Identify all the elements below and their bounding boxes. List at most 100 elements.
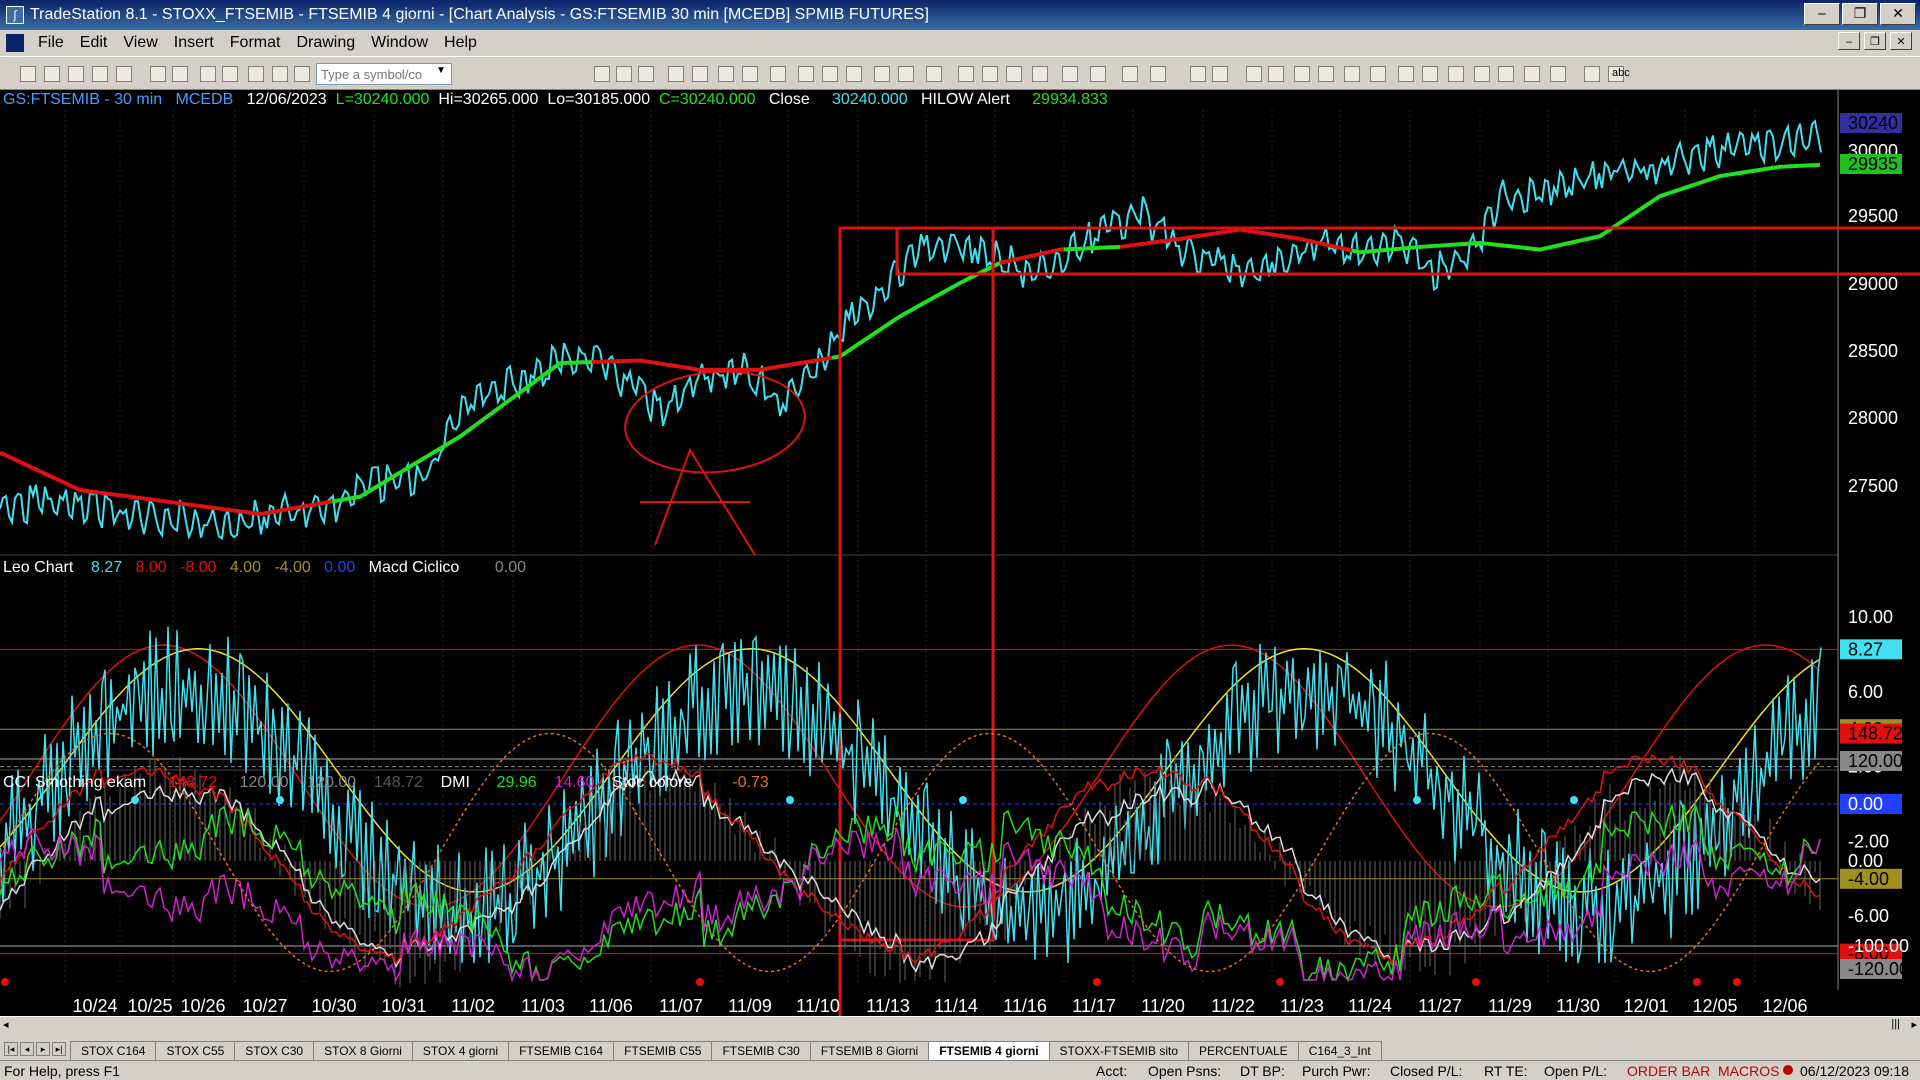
workspace-tab[interactable]: STOX 8 Giorni xyxy=(313,1041,413,1060)
toolbar-button[interactable] xyxy=(616,66,632,82)
toolbar-button[interactable] xyxy=(822,66,838,82)
text-tool-button[interactable]: abc xyxy=(1612,67,1630,79)
menu-drawing[interactable]: Drawing xyxy=(288,34,363,52)
toolbar-button[interactable] xyxy=(1318,66,1334,82)
menu-file[interactable]: File xyxy=(30,34,72,52)
menu-insert[interactable]: Insert xyxy=(166,34,222,52)
tab-last-icon[interactable]: ▸| xyxy=(52,1042,66,1056)
toolbar-button[interactable] xyxy=(1398,66,1414,82)
scroll-left-icon[interactable]: ◂ xyxy=(3,1018,9,1031)
menu-window[interactable]: Window xyxy=(363,34,436,52)
workspace-tab[interactable]: PERCENTUALE xyxy=(1188,1041,1299,1060)
menu-help[interactable]: Help xyxy=(436,34,485,52)
mdi-close-button[interactable]: ✕ xyxy=(1890,32,1912,50)
toolbar-button[interactable] xyxy=(1212,66,1228,82)
toolbar-button[interactable] xyxy=(1150,66,1166,82)
toolbar-button[interactable] xyxy=(594,66,610,82)
toolbar-button[interactable] xyxy=(926,66,942,82)
chart-canvas[interactable]: 3024030000299352950029000285002800027500… xyxy=(0,90,1920,1016)
workspace-tab[interactable]: STOX C55 xyxy=(155,1041,236,1060)
workspace-tab[interactable]: FTSEMIB 8 Giorni xyxy=(809,1041,930,1060)
toolbar-button[interactable] xyxy=(1584,66,1600,82)
mdi-restore-button[interactable]: ❐ xyxy=(1864,32,1886,50)
toolbar-button[interactable] xyxy=(1246,66,1262,82)
workspace-tab[interactable]: FTSEMIB C164 xyxy=(508,1041,615,1060)
toolbar-button[interactable] xyxy=(1550,66,1566,82)
toolbar-button[interactable] xyxy=(1190,66,1206,82)
workspace-tab[interactable]: STOX C164 xyxy=(70,1041,157,1060)
toolbar-button[interactable] xyxy=(248,66,264,82)
menu-format[interactable]: Format xyxy=(222,34,289,52)
toolbar-button[interactable] xyxy=(1370,66,1386,82)
toolbar-button[interactable] xyxy=(1122,66,1138,82)
menu-edit[interactable]: Edit xyxy=(72,34,116,52)
toolbar-button[interactable] xyxy=(1422,66,1438,82)
toolbar-button[interactable] xyxy=(638,66,654,82)
workspace-tab[interactable]: FTSEMIB 4 giorni xyxy=(928,1041,1050,1060)
toolbar-button[interactable] xyxy=(44,66,60,82)
macros-button[interactable]: MACROS xyxy=(1718,1063,1779,1079)
toolbar-button[interactable] xyxy=(150,66,166,82)
toolbar-button[interactable] xyxy=(1090,66,1106,82)
toolbar-button[interactable] xyxy=(294,66,310,82)
workspace-tab[interactable]: C164_3_Int xyxy=(1297,1041,1382,1060)
menu-view[interactable]: View xyxy=(115,34,165,52)
toolbar-button[interactable] xyxy=(798,66,814,82)
toolbar-button[interactable] xyxy=(1062,66,1078,82)
minimize-button[interactable]: ‒ xyxy=(1804,3,1840,25)
symbol-label: GS:FTSEMIB - 30 min xyxy=(3,91,163,108)
tab-prev-icon[interactable]: ◂ xyxy=(20,1042,34,1056)
tab-first-icon[interactable]: |◂ xyxy=(4,1042,18,1056)
toolbar-button[interactable] xyxy=(200,66,216,82)
toolbar-button[interactable] xyxy=(20,66,36,82)
toolbar-button[interactable] xyxy=(742,66,758,82)
toolbar-button[interactable] xyxy=(1498,66,1514,82)
toolbar-button[interactable] xyxy=(846,66,862,82)
symbol-input[interactable] xyxy=(316,63,452,85)
signal-dot xyxy=(1413,796,1421,804)
toolbar-button[interactable] xyxy=(668,66,684,82)
leo-axis-label: 10.00 xyxy=(1848,607,1893,627)
workspace-tab[interactable]: STOXX-FTSEMIB sito xyxy=(1048,1041,1189,1060)
workspace-tab[interactable]: FTSEMIB C55 xyxy=(613,1041,713,1060)
toolbar-button[interactable] xyxy=(1474,66,1490,82)
close-button[interactable]: ✕ xyxy=(1880,3,1916,25)
toolbar-button[interactable] xyxy=(692,66,708,82)
workspace-tab[interactable]: FTSEMIB C30 xyxy=(711,1041,811,1060)
workspace-tab[interactable]: STOX C30 xyxy=(234,1041,315,1060)
toolbar-button[interactable] xyxy=(1524,66,1540,82)
close-value: 30240.000 xyxy=(832,91,908,108)
maximize-button[interactable]: ❐ xyxy=(1842,3,1878,25)
chart-analysis-window[interactable]: 30240 30000 29935 29500 29000 28500 28000 27500… xyxy=(0,90,1920,1025)
toolbar-button[interactable] xyxy=(172,66,188,82)
toolbar-button[interactable] xyxy=(1006,66,1022,82)
symbol-dropdown-icon[interactable]: ▼ xyxy=(436,65,446,76)
toolbar-button[interactable] xyxy=(116,66,132,82)
toolbar-button[interactable] xyxy=(718,66,734,82)
scroll-right-icon[interactable]: ▸ xyxy=(1911,1018,1917,1031)
order-bar-button[interactable]: ORDER BAR xyxy=(1627,1063,1710,1079)
tab-next-icon[interactable]: ▸ xyxy=(36,1042,50,1056)
chart-window-icon[interactable] xyxy=(6,34,24,52)
toolbar-button[interactable] xyxy=(982,66,998,82)
scroll-thumb[interactable]: ||| xyxy=(1891,1018,1900,1030)
toolbar-button[interactable] xyxy=(898,66,914,82)
leo-v6: 0.00 xyxy=(324,559,356,576)
toolbar-button[interactable] xyxy=(770,66,786,82)
toolbar-button[interactable] xyxy=(874,66,890,82)
toolbar-button[interactable] xyxy=(1448,66,1464,82)
toolbar-button[interactable] xyxy=(68,66,84,82)
toolbar-button[interactable] xyxy=(92,66,108,82)
toolbar-button[interactable] xyxy=(1268,66,1284,82)
workspace-tabs: |◂ ◂ ▸ ▸| STOX C164 STOX C55 STOX C30 STOX … xyxy=(0,1038,1920,1060)
mdi-minimize-button[interactable]: ‒ xyxy=(1838,32,1860,50)
toolbar-button[interactable] xyxy=(222,66,238,82)
horizontal-scrollbar[interactable]: ◂ ||| ▸ xyxy=(0,1016,1920,1036)
status-rt-te: RT TE: xyxy=(1484,1063,1528,1079)
toolbar-button[interactable] xyxy=(958,66,974,82)
workspace-tab[interactable]: STOX 4 giorni xyxy=(411,1041,510,1060)
toolbar-button[interactable] xyxy=(272,66,288,82)
toolbar-button[interactable] xyxy=(1032,66,1048,82)
toolbar-button[interactable] xyxy=(1344,66,1360,82)
toolbar-button[interactable] xyxy=(1294,66,1310,82)
